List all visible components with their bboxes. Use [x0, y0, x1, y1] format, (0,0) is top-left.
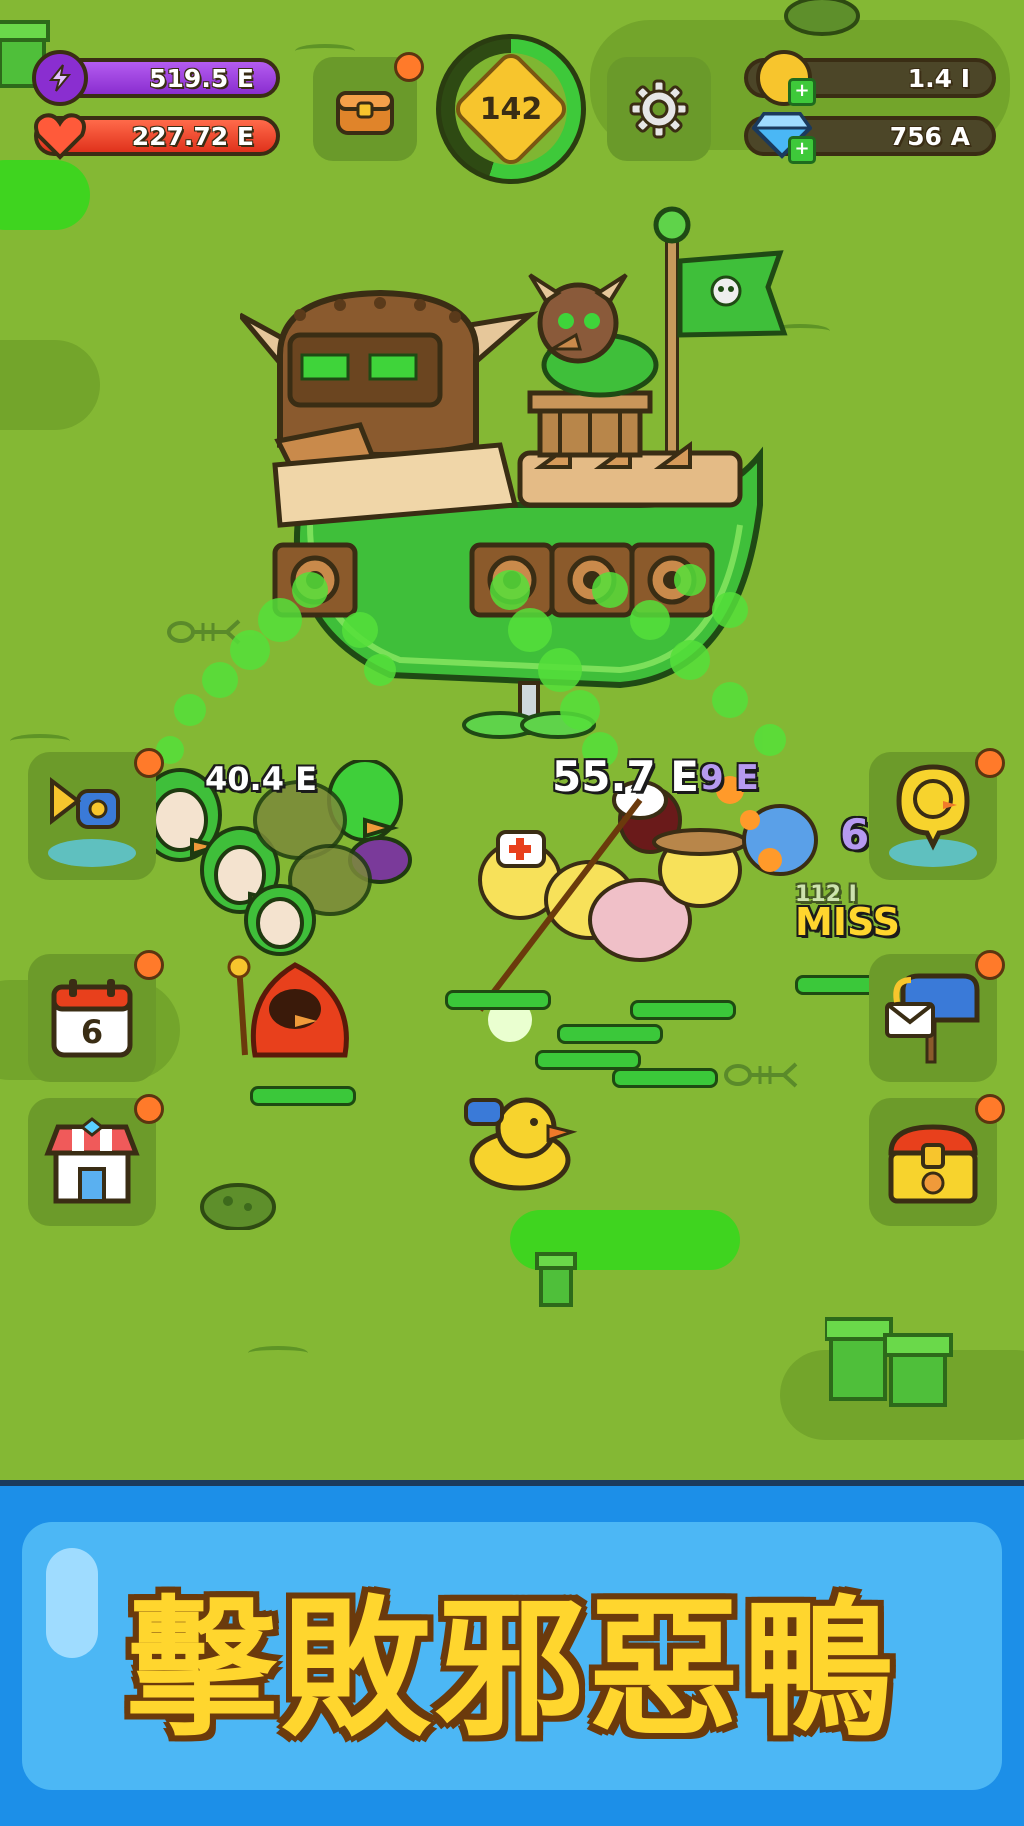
- unit-health-bar: [630, 1000, 736, 1020]
- battle-field[interactable]: 40.4 E 55.7 E 9 E 64 E MISS 112 I: [0, 0, 1024, 1480]
- pipe-decoration: [825, 1317, 953, 1407]
- mossy-rock: [784, 0, 860, 36]
- mailbox-icon: [885, 973, 980, 1064]
- coin-value: 1.4 I: [907, 63, 970, 93]
- lightning-icon: [32, 50, 88, 106]
- add-coins-button[interactable]: +: [788, 78, 816, 106]
- slime-pool: [0, 160, 90, 230]
- gem-value: 756 A: [889, 121, 970, 151]
- duck-speech-bubble-icon: [889, 764, 977, 867]
- inventory-notification-dot: [394, 52, 424, 82]
- notification-dot: [975, 950, 1005, 980]
- unit-health-bar: [445, 990, 551, 1010]
- heart-icon: [32, 108, 88, 164]
- ground-patch: [0, 340, 100, 430]
- red-mage-duck[interactable]: [225, 955, 365, 1075]
- unit-health-bar: [535, 1050, 641, 1070]
- fishbone-decoration: [724, 1062, 798, 1088]
- add-gems-button[interactable]: +: [788, 136, 816, 164]
- notification-dot: [975, 1094, 1005, 1124]
- health-value: 227.72 E: [131, 121, 254, 151]
- banner-title: 擊敗邪惡鴨: [126, 1582, 897, 1757]
- notification-dot: [134, 950, 164, 980]
- shop-icon: [44, 1117, 140, 1204]
- banner-panel: 擊敗邪惡鴨: [22, 1522, 1002, 1790]
- grass-tuft: [295, 44, 355, 58]
- notification-dot: [134, 748, 164, 778]
- settings-button[interactable]: [607, 57, 711, 161]
- energy-value: 519.5 E: [149, 63, 254, 93]
- chest-icon: [888, 1124, 978, 1204]
- notification-dot: [975, 748, 1005, 778]
- grass-tuft: [248, 1346, 308, 1360]
- unit-health-bar: [250, 1086, 356, 1106]
- unit-health-bar: [557, 1024, 663, 1044]
- damage-text: 40.4 E: [205, 760, 317, 798]
- promo-banner: 擊敗邪惡鴨: [0, 1480, 1024, 1826]
- unit-health-bar: [612, 1068, 718, 1088]
- yellow-duck-hero[interactable]: [460, 1080, 580, 1200]
- pipe-decoration: [535, 1252, 577, 1307]
- damage-text: 9 E: [700, 758, 759, 798]
- backpack-icon: [336, 91, 394, 135]
- player-level: 142: [479, 91, 543, 127]
- damage-text: 112 I: [795, 882, 857, 907]
- trumpet-duck-icon: [48, 776, 136, 867]
- notification-dot: [134, 1094, 164, 1124]
- calendar-day-label: 6: [80, 1013, 104, 1051]
- damage-text: 55.7 E: [552, 752, 699, 801]
- grass-tuft: [10, 734, 70, 748]
- gear-icon: [629, 79, 689, 139]
- player-level-ring[interactable]: 142: [436, 34, 586, 184]
- mossy-rock: [200, 1183, 276, 1230]
